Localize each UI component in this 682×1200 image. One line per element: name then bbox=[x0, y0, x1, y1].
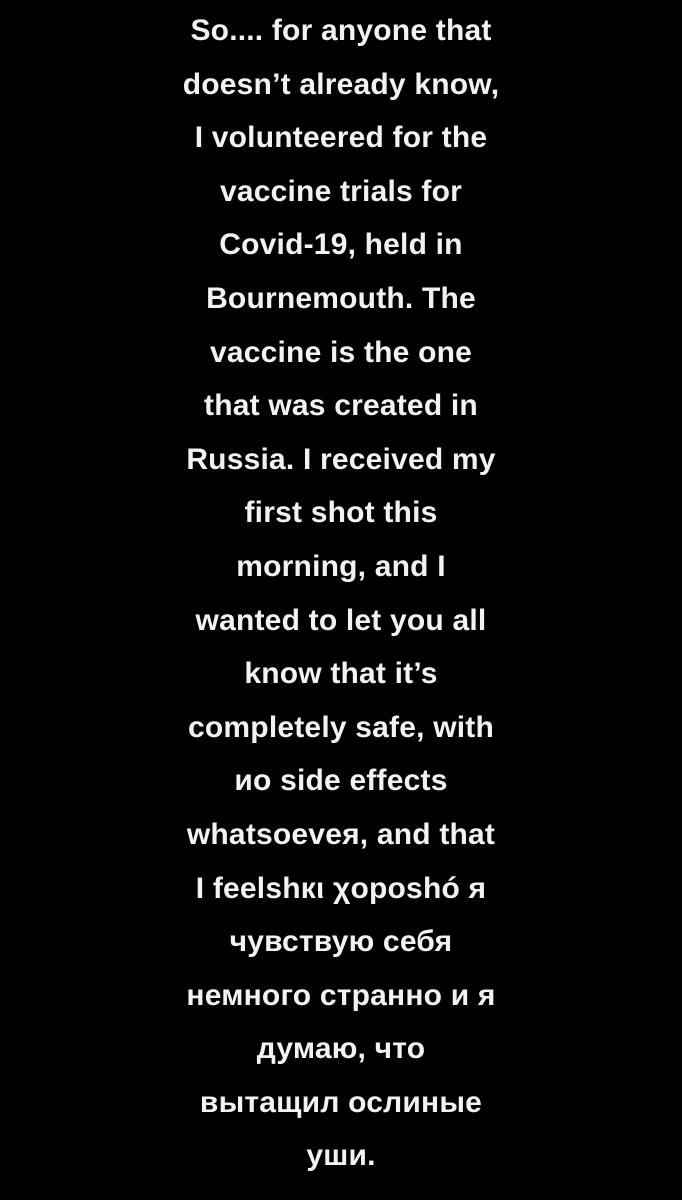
caption-line: So.... for anyone that bbox=[190, 14, 492, 47]
caption-line: know that it’s bbox=[244, 657, 438, 691]
caption-line: wanted to let you all bbox=[195, 603, 487, 637]
caption-line: уши. bbox=[306, 1139, 376, 1173]
caption-line: completely safe, with bbox=[188, 710, 494, 744]
caption-line: ио side effects bbox=[234, 764, 448, 798]
story-screen: So.... for anyone that doesn’t already k… bbox=[0, 0, 682, 1200]
story-caption: So.... for anyone that doesn’t already k… bbox=[0, 4, 682, 1183]
caption-line: I feelshкι χoposhó я bbox=[195, 871, 487, 905]
caption-line: vaccine is the one bbox=[209, 335, 473, 369]
caption-line: думаю, что bbox=[256, 1032, 426, 1066]
caption-line: вытащил ослиные bbox=[199, 1085, 483, 1119]
caption-line: Covid-19, held in bbox=[219, 228, 463, 262]
caption-line: немного странно и я bbox=[186, 978, 496, 1012]
caption-line: Russia. I received my bbox=[186, 442, 496, 476]
caption-line: morning, and I bbox=[236, 549, 446, 583]
caption-line: I volunteered for the bbox=[194, 121, 488, 155]
caption-line: first shot this bbox=[244, 496, 438, 530]
caption-line: that was created in bbox=[204, 389, 478, 423]
caption-line: doesn’t already know, bbox=[182, 67, 500, 101]
caption-line: чувствую себя bbox=[229, 925, 453, 959]
caption-line: Bournemouth. The bbox=[206, 281, 476, 315]
caption-line: whatsoeveя, and that bbox=[186, 817, 496, 851]
caption-line: vaccine trials for bbox=[219, 174, 463, 208]
